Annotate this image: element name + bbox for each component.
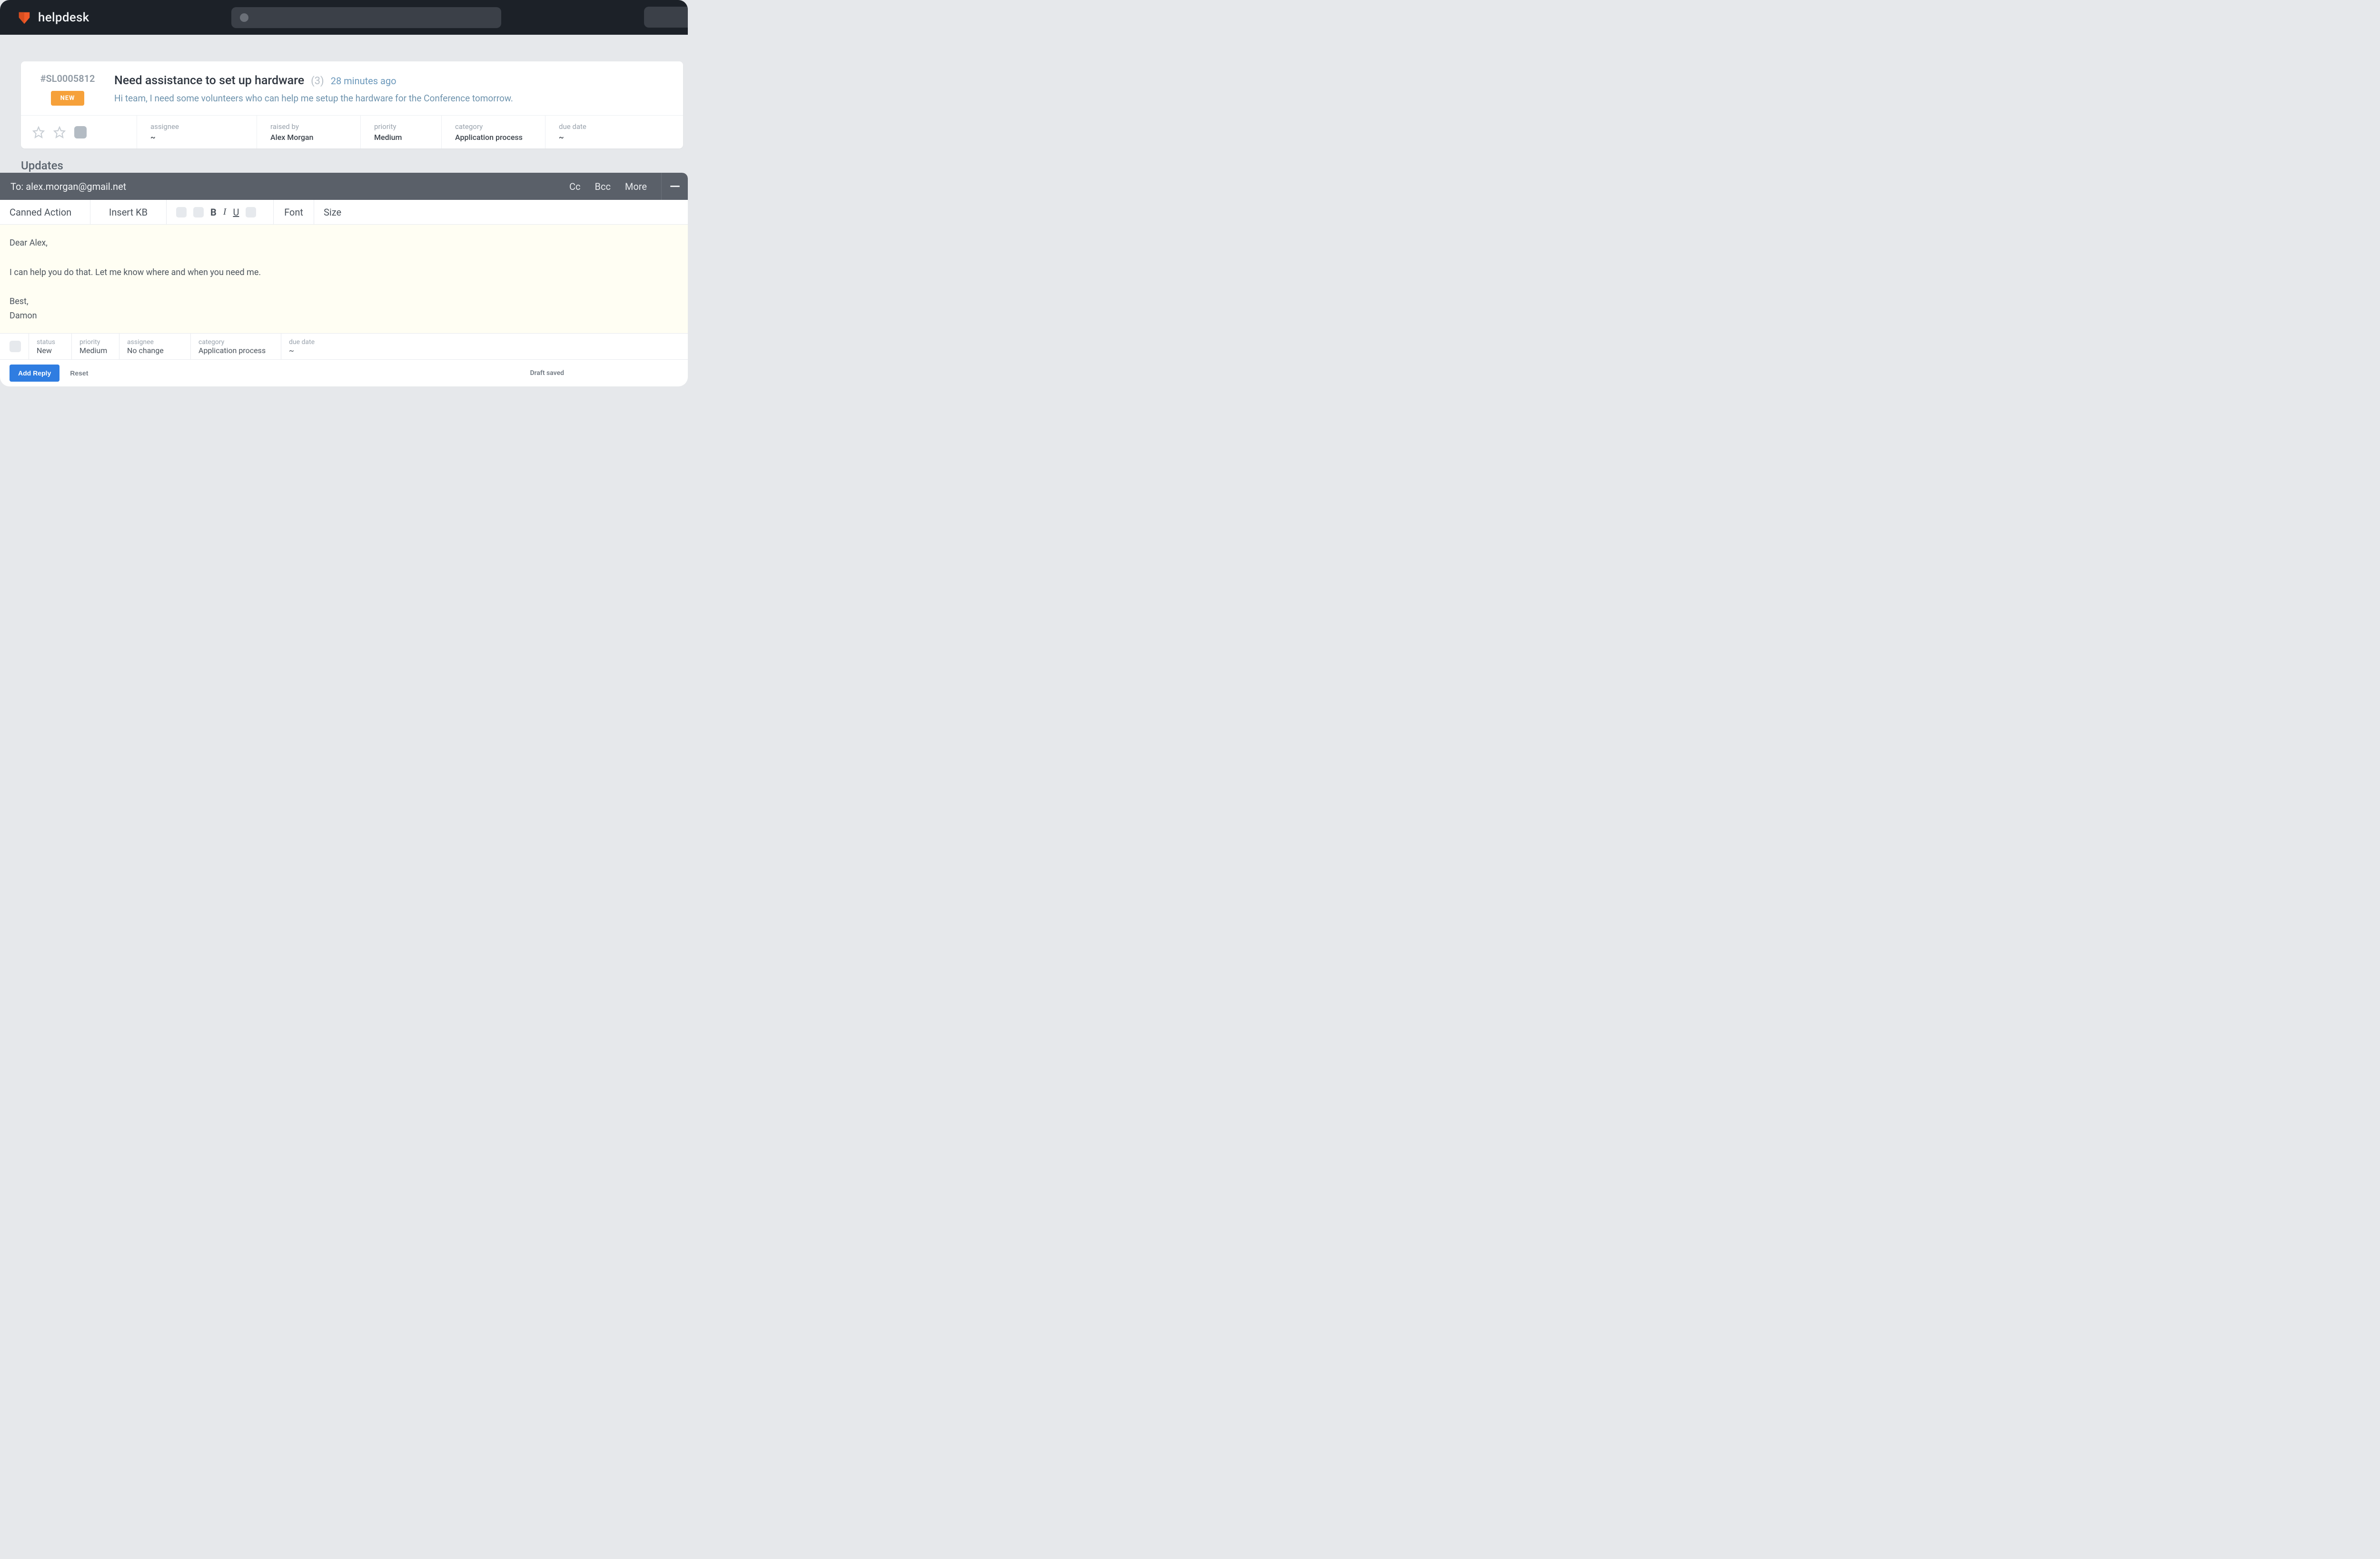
compose-to-value: alex.morgan@gmail.net	[26, 181, 126, 192]
insert-kb-button[interactable]: Insert KB	[90, 200, 167, 224]
meta-category[interactable]: category Application process	[442, 116, 545, 148]
cm-label: due date	[289, 338, 676, 346]
meta-due-date[interactable]: due date ~	[545, 116, 683, 148]
compose-meta-chip-icon[interactable]	[10, 341, 21, 352]
cm-value: New	[37, 346, 60, 355]
format-chip-1-icon[interactable]	[176, 207, 187, 217]
star-outline-icon[interactable]	[53, 126, 66, 138]
main: #SL0005812 NEW Need assistance to set up…	[0, 35, 688, 193]
ticket-reply-count: (3)	[311, 75, 324, 87]
format-chip-3-icon[interactable]	[246, 207, 256, 217]
size-label: Size	[324, 207, 341, 218]
compose-meta-category[interactable]: category Application process	[190, 334, 281, 359]
minus-icon	[670, 186, 680, 187]
compose-meta-assignee[interactable]: assignee No change	[119, 334, 190, 359]
meta-label: assignee	[150, 122, 243, 131]
minimize-button[interactable]	[661, 173, 688, 200]
ticket-meta-row: assignee ~ raised by Alex Morgan priorit…	[21, 115, 683, 148]
cm-value: ~	[289, 346, 676, 355]
meta-raised-by: raised by Alex Morgan	[257, 116, 361, 148]
ticket-action-icons	[21, 116, 137, 148]
meta-value: Alex Morgan	[270, 133, 347, 142]
tag-chip-icon[interactable]	[74, 126, 87, 138]
compose-panel: To: alex.morgan@gmail.net Cc Bcc More Ca…	[0, 173, 688, 386]
meta-value: ~	[559, 133, 670, 142]
format-group: B I U	[167, 200, 274, 224]
meta-assignee[interactable]: assignee ~	[137, 116, 257, 148]
meta-value: Application process	[455, 133, 532, 142]
compose-meta-status[interactable]: status New	[29, 334, 71, 359]
format-chip-2-icon[interactable]	[193, 207, 204, 217]
ticket-header: #SL0005812 NEW Need assistance to set up…	[21, 61, 683, 115]
compose-footer: Add Reply Reset Draft saved	[0, 360, 688, 386]
cm-value: Application process	[198, 346, 269, 355]
cm-label: priority	[79, 338, 108, 346]
reset-button[interactable]: Reset	[70, 369, 88, 377]
meta-value: Medium	[374, 133, 428, 142]
status-badge: NEW	[51, 91, 85, 106]
search-input[interactable]	[231, 7, 501, 28]
bold-button[interactable]: B	[210, 207, 217, 218]
compose-body[interactable]: Dear Alex, I can help you do that. Let m…	[0, 225, 688, 333]
compose-meta-priority[interactable]: priority Medium	[71, 334, 119, 359]
meta-label: category	[455, 122, 532, 131]
size-dropdown[interactable]: Size	[314, 200, 688, 224]
cm-value: Medium	[79, 346, 108, 355]
italic-button[interactable]: I	[223, 207, 227, 217]
cc-button[interactable]: Cc	[569, 181, 581, 192]
topbar: helpdesk	[0, 0, 688, 35]
ticket-title: Need assistance to set up hardware	[114, 74, 304, 88]
compose-header-actions: Cc Bcc More	[569, 173, 677, 200]
ticket-card: #SL0005812 NEW Need assistance to set up…	[21, 61, 683, 148]
ticket-body: Need assistance to set up hardware (3) 2…	[114, 73, 670, 106]
bcc-button[interactable]: Bcc	[595, 181, 611, 192]
canned-action-button[interactable]: Canned Action	[0, 200, 90, 224]
draft-saved-label: Draft saved	[530, 369, 678, 377]
ticket-description: Hi team, I need some volunteers who can …	[114, 92, 670, 105]
search-wrap	[231, 7, 501, 28]
meta-value: ~	[150, 133, 243, 142]
ticket-left: #SL0005812 NEW	[34, 73, 101, 106]
add-reply-button[interactable]: Add Reply	[10, 365, 60, 382]
search-icon	[240, 13, 248, 22]
ticket-id: #SL0005812	[40, 73, 95, 84]
compose-meta-due-date[interactable]: due date ~	[281, 334, 688, 359]
compose-to: To: alex.morgan@gmail.net	[10, 181, 126, 192]
meta-label: priority	[374, 122, 428, 131]
meta-label: raised by	[270, 122, 347, 131]
compose-meta-row: status New priority Medium assignee No c…	[0, 333, 688, 360]
insert-kb-label: Insert KB	[109, 207, 148, 218]
brand-name: helpdesk	[38, 10, 89, 25]
topbar-right-button[interactable]	[644, 7, 688, 28]
font-dropdown[interactable]: Font	[274, 200, 314, 224]
canned-action-label: Canned Action	[10, 207, 71, 218]
compose-header: To: alex.morgan@gmail.net Cc Bcc More	[0, 173, 688, 200]
ticket-title-row: Need assistance to set up hardware (3) 2…	[114, 74, 670, 88]
cm-label: status	[37, 338, 60, 346]
app-root: helpdesk #SL0005812 NEW Need assistance …	[0, 0, 688, 386]
updates-title: Updates	[21, 159, 683, 172]
cm-label: category	[198, 338, 269, 346]
compose-to-label: To:	[10, 181, 23, 192]
compose-toolbar: Canned Action Insert KB B I U Font Size	[0, 200, 688, 225]
brand-logo-icon	[17, 10, 31, 25]
font-label: Font	[284, 207, 303, 218]
star-icon[interactable]	[32, 126, 45, 138]
ticket-time: 28 minutes ago	[331, 75, 397, 87]
meta-priority[interactable]: priority Medium	[361, 116, 442, 148]
meta-label: due date	[559, 122, 670, 131]
more-button[interactable]: More	[625, 181, 647, 192]
underline-button[interactable]: U	[233, 207, 239, 218]
cm-label: assignee	[127, 338, 179, 346]
brand: helpdesk	[17, 10, 89, 25]
cm-value: No change	[127, 346, 179, 355]
